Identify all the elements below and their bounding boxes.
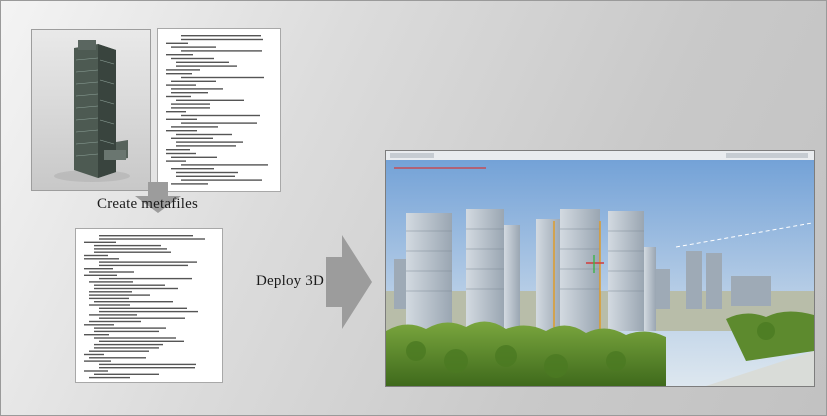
- code-line: [84, 353, 104, 356]
- code-line: [171, 126, 218, 128]
- code-line: [89, 350, 149, 352]
- metafile-document-top: [157, 28, 281, 192]
- code-line: [171, 80, 216, 82]
- code-line: [99, 307, 187, 309]
- code-line: [166, 69, 200, 71]
- code-line: [94, 244, 161, 247]
- code-line: [94, 251, 171, 253]
- code-line: [181, 122, 257, 124]
- code-line: [166, 84, 196, 86]
- code-line: [171, 92, 208, 94]
- code-line: [94, 347, 159, 349]
- code-line: [94, 330, 159, 333]
- code-line: [94, 301, 173, 303]
- code-line: [94, 337, 176, 339]
- code-line: [89, 281, 133, 283]
- code-line: [166, 111, 186, 113]
- code-line: [99, 277, 192, 280]
- code-line: [166, 118, 197, 120]
- code-line: [171, 168, 214, 170]
- code-line: [84, 370, 108, 372]
- code-line: [99, 238, 205, 240]
- code-line: [176, 141, 243, 143]
- code-line: [176, 61, 229, 63]
- metafile-document-middle: [75, 228, 223, 383]
- city-3d-scene: [385, 150, 815, 387]
- code-line: [176, 133, 232, 136]
- building-model-image: [31, 29, 151, 191]
- code-line: [99, 340, 184, 342]
- code-line: [84, 258, 119, 260]
- code-line: [89, 294, 150, 296]
- code-line: [171, 137, 213, 139]
- code-line: [89, 357, 146, 359]
- code-line: [181, 164, 268, 166]
- code-line: [99, 317, 185, 319]
- code-line: [176, 171, 238, 174]
- code-line: [166, 160, 186, 162]
- code-line: [89, 320, 141, 323]
- code-line: [84, 360, 111, 362]
- code-line: [166, 149, 190, 151]
- code-line: [181, 50, 262, 52]
- code-line: [94, 327, 166, 329]
- code-line: [89, 314, 137, 316]
- code-line: [84, 324, 114, 326]
- code-line: [99, 261, 197, 263]
- code-line: [89, 304, 130, 306]
- code-line: [99, 310, 198, 313]
- code-line: [84, 274, 117, 276]
- code-line: [84, 254, 108, 257]
- code-line: [84, 268, 113, 270]
- code-line: [89, 376, 130, 379]
- code-line: [166, 54, 193, 56]
- create-metafiles-label: Create metafiles: [97, 196, 199, 212]
- code-line: [166, 95, 191, 98]
- code-line: [84, 241, 116, 243]
- code-line: [89, 297, 129, 300]
- code-line: [84, 334, 109, 336]
- code-line: [181, 114, 260, 117]
- code-line: [94, 248, 167, 250]
- code-document-icon: [84, 235, 205, 379]
- code-line: [166, 42, 188, 44]
- code-line: [94, 287, 178, 290]
- code-line: [94, 284, 165, 286]
- code-line: [89, 291, 132, 293]
- code-line: [171, 46, 216, 48]
- code-line: [94, 343, 163, 346]
- code-line: [171, 103, 210, 105]
- code-line: [176, 99, 244, 101]
- code-line: [166, 130, 197, 132]
- code-line: [99, 363, 196, 366]
- code-line: [99, 264, 188, 267]
- code-line: [171, 57, 214, 60]
- code-line: [176, 175, 235, 177]
- code-line: [166, 73, 192, 75]
- code-document-icon: [166, 35, 268, 185]
- code-line: [176, 65, 237, 67]
- city-scene-image: [386, 151, 814, 386]
- code-line: [99, 235, 193, 237]
- code-line: [99, 367, 195, 369]
- code-line: [89, 271, 134, 273]
- code-line: [176, 145, 236, 147]
- right-arrow-icon: [326, 235, 372, 334]
- code-line: [181, 179, 262, 181]
- code-line: [181, 76, 264, 79]
- code-line: [94, 373, 159, 375]
- code-line: [181, 35, 261, 37]
- code-line: [171, 88, 223, 90]
- code-line: [181, 38, 263, 41]
- code-line: [166, 152, 196, 155]
- code-line: [171, 107, 210, 109]
- code-line: [171, 156, 217, 158]
- building-model-icon: [54, 40, 130, 182]
